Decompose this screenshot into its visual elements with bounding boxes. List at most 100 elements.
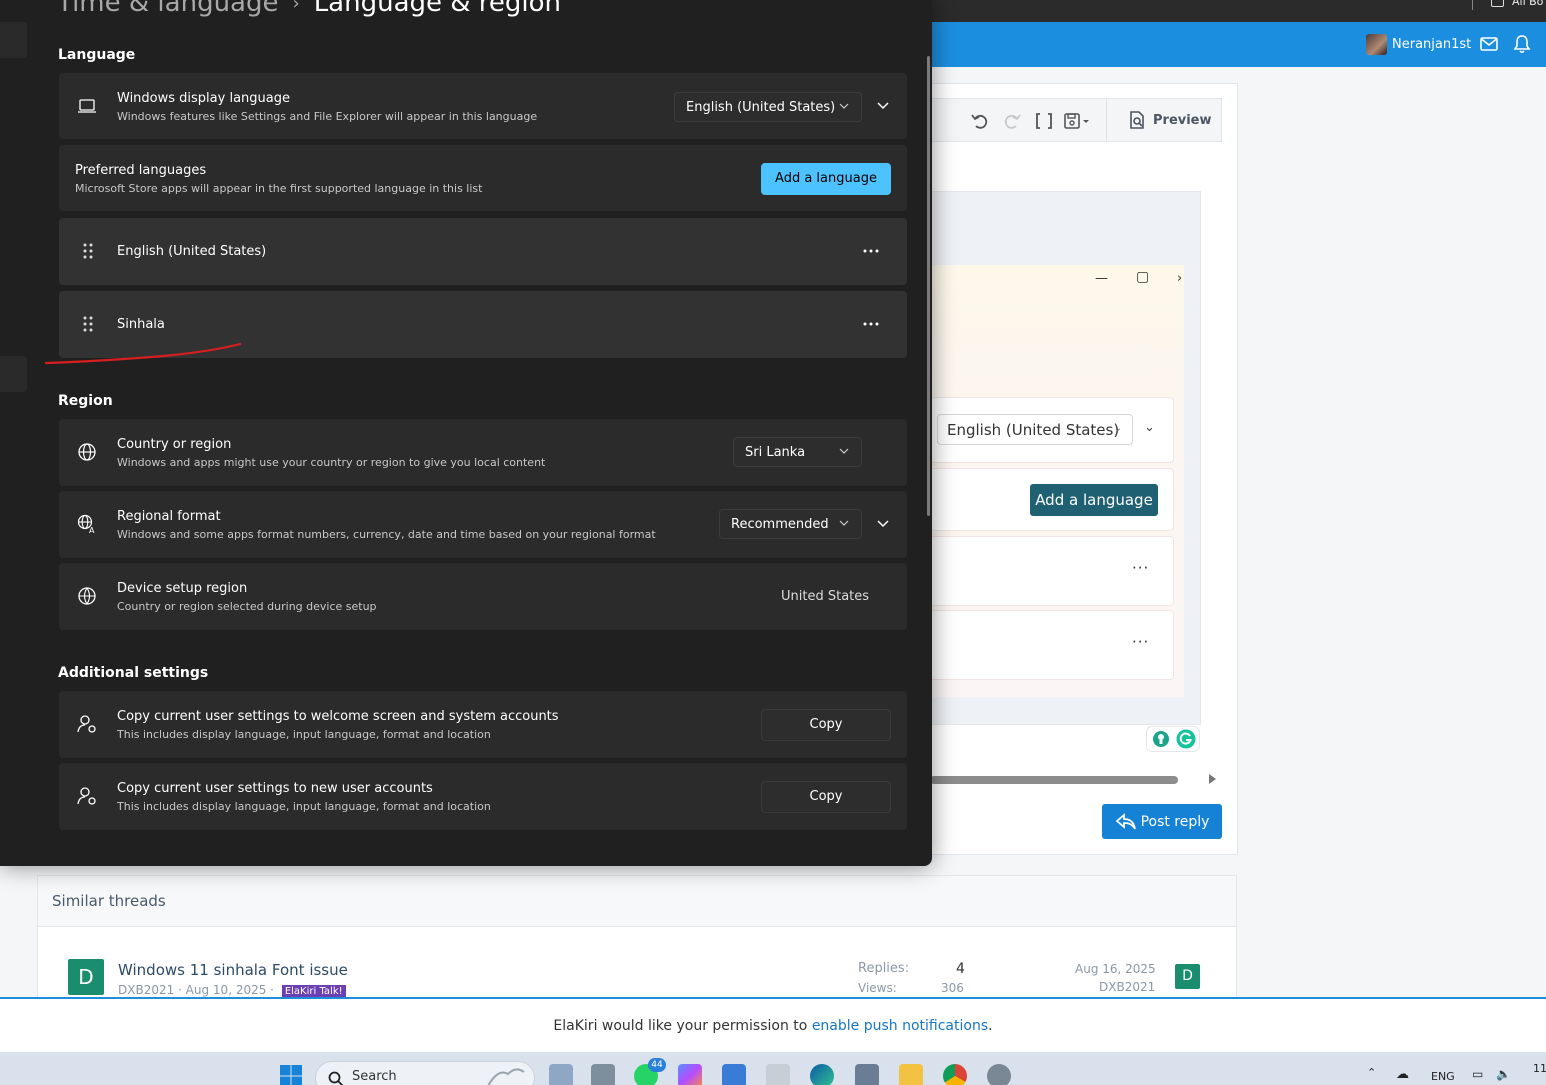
device-setup-title: Device setup region [117,581,248,596]
regional-format-icon: A [77,514,95,534]
windows-taskbar: Search 44 ⌃ ☁ ENG ▭ 🔈 11 [0,1052,1546,1085]
brackets-icon[interactable] [1034,111,1054,131]
volume-icon[interactable]: 🔈 [1496,1067,1511,1081]
chevron-down-icon: ⌄ [1113,423,1122,434]
country-region-title: Country or region [117,437,232,452]
red-underline-annotation [44,342,242,365]
push-notification-bar: ElaKiri would like your permission to en… [0,997,1546,1052]
whatsapp-unread-badge: 44 [648,1058,666,1072]
task-view-icon[interactable] [549,1064,573,1085]
settings-scrollbar[interactable] [927,56,930,516]
copy-welcome-button[interactable]: Copy [761,709,891,741]
drag-handle-icon[interactable] [83,316,93,332]
views-value: 306 [941,981,964,995]
toolbar-separator [1106,99,1107,141]
expand-chevron-icon[interactable] [876,99,890,113]
views-label: Views: [858,981,897,995]
lightbulb-icon[interactable] [1152,730,1170,748]
bell-icon[interactable] [1513,34,1531,54]
file-explorer-icon[interactable] [899,1064,923,1085]
globe-icon [78,443,96,461]
card-regional-format[interactable]: A Regional format Windows and some apps … [59,491,907,558]
add-language-button[interactable]: Add a language [761,163,891,195]
copy-welcome-desc: This includes display language, input la… [117,728,491,741]
pasted-more-icon: ··· [1132,559,1150,577]
chevron-down-icon [839,103,849,109]
last-poster-avatar[interactable]: D [1175,964,1200,989]
display-language-dropdown[interactable]: English (United States) [674,92,862,122]
nav-item[interactable] [0,22,27,58]
mail-icon[interactable] [1480,37,1498,51]
section-title-region: Region [58,393,113,409]
breadcrumb-chevron-icon: › [292,0,300,14]
grammarly-widget[interactable] [1146,726,1200,752]
file-manager-app-icon[interactable] [591,1064,615,1085]
grammarly-icon[interactable] [1176,729,1196,749]
settings-nav-pane [0,0,27,866]
chevron-down-icon [839,520,849,526]
tray-chevron-up-icon[interactable]: ⌃ [1367,1066,1376,1079]
input-language-indicator[interactable]: ENG [1431,1070,1455,1083]
post-reply-button[interactable]: Post reply [1102,804,1222,839]
preview-button[interactable]: Preview [1127,110,1212,130]
more-options-icon[interactable] [861,321,881,327]
thread-title-link[interactable]: Windows 11 sinhala Font issue [118,961,348,979]
all-bookmarks-label[interactable]: All Bo [1512,0,1543,8]
onedrive-cloud-icon[interactable]: ☁ [1396,1067,1409,1082]
country-region-dropdown[interactable]: Sri Lanka [733,437,862,467]
last-post-date[interactable]: Aug 16, 2025 [1075,962,1156,976]
network-icon[interactable]: ▭ [1472,1067,1483,1081]
replies-value: 4 [956,961,965,977]
last-post-user[interactable]: DXB2021 [1099,980,1155,994]
calculator-icon[interactable] [855,1064,879,1085]
language-item-english[interactable]: English (United States) [59,218,907,285]
thread-meta-text[interactable]: DXB2021 · Aug 10, 2025 · [118,983,274,997]
username-link[interactable]: Neranjan1st [1392,37,1471,52]
preview-icon [1130,111,1144,129]
copilot-icon[interactable] [678,1064,702,1085]
editor-horizontal-scrollbar[interactable] [930,776,1178,784]
regional-format-title: Regional format [117,509,221,524]
pasted-display-language-select: English (United States) ⌄ [937,414,1133,445]
device-setup-value: United States [781,589,870,604]
nav-item-selected[interactable] [0,356,27,392]
device-setup-desc: Country or region selected during device… [117,600,377,613]
folder-icon[interactable] [1491,0,1504,7]
scroll-right-icon[interactable] [1209,774,1216,784]
chrome-icon[interactable] [943,1064,967,1085]
push-text-prefix: ElaKiri would like your permission to [553,1018,812,1034]
drag-handle-icon[interactable] [83,243,93,259]
windows-start-icon[interactable] [279,1064,303,1085]
undo-icon[interactable] [970,111,990,131]
copy-new-button[interactable]: Copy [761,781,891,813]
display-language-value: English (United States) [686,100,836,115]
more-options-icon[interactable] [861,248,881,254]
pasted-display-language-value: English (United States) [947,421,1120,439]
thread-author-avatar[interactable]: D [68,959,104,995]
card-country-or-region[interactable]: Country or region Windows and apps might… [59,419,907,486]
enable-push-link[interactable]: enable push notifications [812,1018,988,1034]
store-icon[interactable] [722,1064,746,1085]
settings-gear-icon[interactable] [987,1064,1011,1085]
redo-icon[interactable] [1002,111,1022,131]
copy-new-title: Copy current user settings to new user a… [117,781,433,796]
clock-time[interactable]: 11 [1533,1062,1546,1075]
snipping-tool-icon[interactable] [766,1064,790,1085]
expand-chevron-icon[interactable] [876,517,890,531]
save-draft-icon[interactable] [1063,111,1091,131]
taskbar-search-box[interactable]: Search [315,1061,535,1085]
settings-window: Time & language › Language & region Lang… [0,0,932,866]
edge-icon[interactable] [810,1064,834,1085]
card-windows-display-language[interactable]: Windows display language Windows feature… [59,73,907,139]
minimize-icon: — [1095,271,1108,286]
globe-settings-icon [78,587,96,605]
display-language-title: Windows display language [117,91,290,106]
editor-toolbar: Preview [930,98,1222,142]
preferred-languages-desc: Microsoft Store apps will appear in the … [75,182,483,195]
bookmarks-divider [1472,0,1473,10]
chevron-down-icon [839,448,849,454]
breadcrumb-parent[interactable]: Time & language [57,0,278,18]
display-language-desc: Windows features like Settings and File … [117,110,538,123]
regional-format-dropdown[interactable]: Recommended [719,509,862,539]
user-avatar[interactable] [1366,34,1387,55]
